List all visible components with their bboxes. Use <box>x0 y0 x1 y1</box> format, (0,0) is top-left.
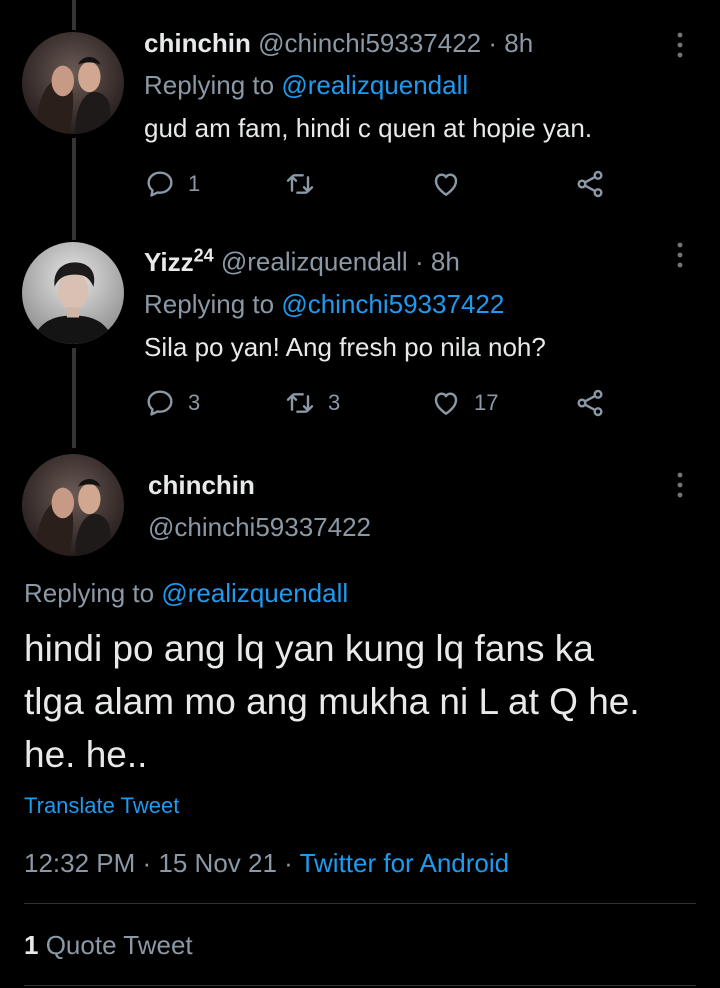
display-name-text: Yizz <box>144 246 194 277</box>
tweet-header: Yizz24 @realizquendall · 8h <box>144 240 680 277</box>
retweet-count: 3 <box>328 389 341 415</box>
translate-tweet-link[interactable]: Translate Tweet <box>24 793 696 819</box>
avatar[interactable] <box>22 32 124 134</box>
replying-prefix: Replying to <box>24 578 155 608</box>
tweet-text-line: he. he.. <box>24 734 148 775</box>
like-icon <box>430 168 462 200</box>
avatar[interactable] <box>22 454 124 556</box>
mention-link[interactable]: @realizquendall <box>161 578 348 608</box>
reply-icon <box>144 387 176 419</box>
share-button[interactable] <box>574 387 606 419</box>
display-name-superscript: 24 <box>193 245 214 265</box>
replying-to: Replying to @realizquendall <box>24 578 696 608</box>
reply-count: 1 <box>188 171 201 196</box>
share-button[interactable] <box>574 168 606 200</box>
quote-label: Quote Tweet <box>45 930 193 960</box>
tweet-time[interactable]: 8h <box>504 28 533 58</box>
retweet-icon <box>284 387 316 419</box>
divider <box>24 903 696 904</box>
reply-button[interactable]: 3 <box>144 387 200 419</box>
display-name[interactable]: Yizz24 <box>144 245 214 277</box>
reply-icon <box>144 168 176 200</box>
separator-dot: · <box>414 246 424 277</box>
tweet-text-line: hindi po ang lq yan kung lq fans ka <box>24 628 594 669</box>
main-tweet: Replying to @realizquendall <box>24 578 696 608</box>
reply-count: 3 <box>188 389 201 415</box>
avatar[interactable] <box>22 242 124 344</box>
thread-line-top <box>72 0 76 30</box>
main-author-handle[interactable]: @chinchi59337422 <box>148 512 371 543</box>
tweet-text: Sila po yan! Ang fresh po nila noh? <box>144 331 546 362</box>
timestamp[interactable]: 12:32 PM · 15 Nov 21 · <box>24 848 293 878</box>
user-handle[interactable]: @realizquendall <box>221 247 408 277</box>
share-icon <box>574 387 606 419</box>
like-count: 17 <box>474 389 499 415</box>
replying-prefix: Replying to <box>144 288 275 319</box>
replying-prefix: Replying to <box>144 70 275 100</box>
replying-to: Replying to @realizquendall <box>144 70 680 100</box>
replying-to: Replying to @chinchi59337422 <box>144 289 680 319</box>
thread-line-mid <box>72 138 76 240</box>
main-author-name[interactable]: chinchin <box>148 470 255 501</box>
retweet-icon <box>284 168 316 200</box>
more-icon[interactable] <box>670 470 690 500</box>
divider <box>24 985 696 986</box>
tweet-time[interactable]: 8h <box>431 247 460 277</box>
tweet-header: chinchin @chinchi59337422 · 8h <box>144 28 680 58</box>
user-handle[interactable]: @chinchi59337422 <box>258 28 481 58</box>
tweet-metadata: 12:32 PM · 15 Nov 21 · Twitter for Andro… <box>24 848 696 879</box>
tweet-text-line: tlga alam mo ang mukha ni L at Q he. <box>24 681 640 722</box>
reply-tweet-1[interactable]: chinchin @chinchi59337422 · 8h Replying … <box>144 28 680 208</box>
thread-line-bottom <box>72 348 76 448</box>
retweet-button[interactable]: 3 <box>284 387 340 419</box>
tweet-actions: 1 <box>144 168 680 208</box>
like-button[interactable]: 17 <box>430 387 498 419</box>
reply-button[interactable]: 1 <box>144 168 200 200</box>
display-name: chinchin <box>148 470 255 500</box>
quote-count: 1 <box>24 930 39 960</box>
tweet-actions: 3 3 17 <box>144 387 680 427</box>
quote-tweets-link[interactable]: 1 Quote Tweet <box>24 930 696 961</box>
retweet-button[interactable] <box>284 168 328 200</box>
mention-link[interactable]: @chinchi59337422 <box>281 289 504 319</box>
tweet-text: gud am fam, hindi c quen at hopie yan. <box>144 113 593 143</box>
like-button[interactable] <box>430 168 474 200</box>
separator-dot: · <box>488 28 498 58</box>
display-name[interactable]: chinchin <box>144 28 251 58</box>
mention-link[interactable]: @realizquendall <box>281 70 468 100</box>
main-tweet-text: hindi po ang lq yan kung lq fans ka tlga… <box>24 622 696 781</box>
reply-tweet-2[interactable]: Yizz24 @realizquendall · 8h Replying to … <box>144 240 680 427</box>
source-link[interactable]: Twitter for Android <box>300 848 510 878</box>
share-icon <box>574 168 606 200</box>
like-icon <box>430 387 462 419</box>
